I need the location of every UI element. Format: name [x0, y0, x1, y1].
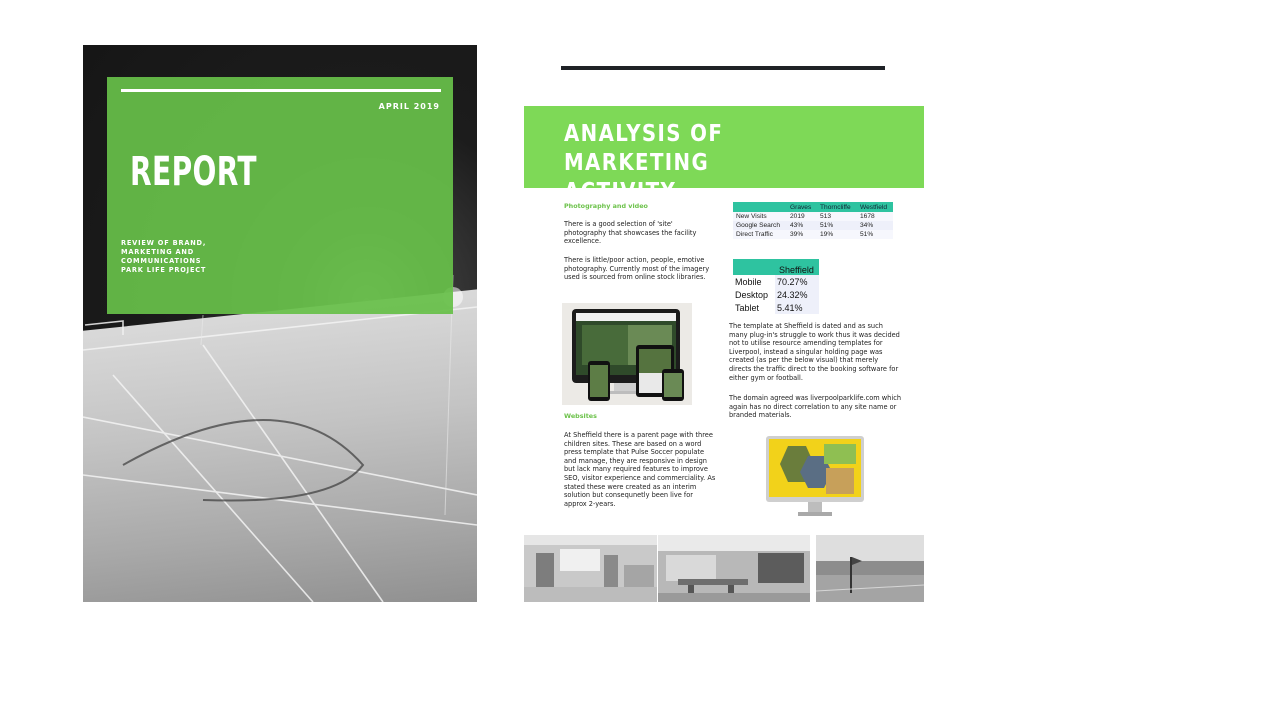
website-devices-mockup — [562, 303, 692, 405]
devices-image — [572, 309, 684, 401]
site-visits-table: Graves Thorncliffe Westfield New Visits … — [733, 202, 893, 239]
table-cell: 19% — [817, 230, 857, 239]
table-row: Direct Traffic 39% 19% 51% — [733, 230, 893, 239]
photo-section-heading: Photography and video — [564, 202, 648, 210]
table-cell: 70.27% — [775, 275, 819, 288]
table-row: Tablet 5.41% — [733, 301, 819, 314]
table-cell: 34% — [857, 221, 893, 230]
cover-subtitle-line: MARKETING AND — [121, 248, 195, 256]
table-header-cell: Thorncliffe — [817, 202, 857, 212]
table-header-cell: Graves — [787, 202, 817, 212]
table-cell: Direct Traffic — [733, 230, 787, 239]
table-header-cell — [733, 202, 787, 212]
domain-para: The domain agreed was liverpoolparklife.… — [729, 394, 902, 420]
table-header-cell: Sheffield — [775, 259, 819, 275]
holding-page-monitor-mockup — [766, 436, 866, 522]
cover-title: REPORT — [130, 149, 257, 195]
table-cell: 2019 — [787, 212, 817, 221]
table-cell: 43% — [787, 221, 817, 230]
top-rule — [561, 66, 885, 70]
table-cell: 513 — [817, 212, 857, 221]
table-cell: 1678 — [857, 212, 893, 221]
report-cover: APRIL 2019 REPORT REVIEW OF BRAND, MARKE… — [83, 45, 477, 602]
device-split-table: Sheffield Mobile 70.27% Desktop 24.32% T… — [733, 259, 819, 314]
websites-section-heading: Websites — [564, 412, 597, 420]
table-cell: Tablet — [733, 301, 775, 314]
page-title: ANALYSIS OF MARKETING ACTIVITY — [564, 120, 856, 207]
facility-photo — [816, 535, 924, 602]
table-header-cell-empty — [733, 259, 775, 275]
table-cell: Google Search — [733, 221, 787, 230]
table-header-row: Sheffield — [733, 259, 819, 275]
table-header-cell: Westfield — [857, 202, 893, 212]
table-header-row: Graves Thorncliffe Westfield — [733, 202, 893, 212]
table-cell: Desktop — [733, 288, 775, 301]
table-cell: New Visits — [733, 212, 787, 221]
analysis-page: ANALYSIS OF MARKETING ACTIVITY Photograp… — [524, 50, 924, 602]
photo-para-2: There is little/poor action, people, emo… — [564, 256, 710, 282]
cover-date: APRIL 2019 — [378, 102, 440, 111]
cover-subtitle-line: COMMUNICATIONS — [121, 257, 202, 265]
photo-para-1: There is a good selection of 'site' phot… — [564, 220, 697, 246]
table-cell: 24.32% — [775, 288, 819, 301]
table-cell: Mobile — [733, 275, 775, 288]
cover-title-panel: APRIL 2019 REPORT REVIEW OF BRAND, MARKE… — [107, 77, 453, 314]
table-cell: 39% — [787, 230, 817, 239]
table-row: Desktop 24.32% — [733, 288, 819, 301]
template-para: The template at Sheffield is dated and a… — [729, 322, 900, 382]
table-row: Mobile 70.27% — [733, 275, 819, 288]
cover-subtitle: REVIEW OF BRAND, MARKETING AND COMMUNICA… — [121, 239, 231, 275]
facility-photo — [658, 535, 810, 602]
monitor-image — [766, 436, 864, 516]
table-cell: 51% — [817, 221, 857, 230]
table-cell: 51% — [857, 230, 893, 239]
cover-rule — [121, 89, 441, 92]
facility-photo-strip — [524, 535, 924, 602]
facility-photo — [524, 535, 657, 602]
cover-subtitle-line: PARK LIFE PROJECT — [121, 266, 207, 274]
websites-para: At Sheffield there is a parent page with… — [564, 431, 716, 508]
cover-subtitle-line: REVIEW OF BRAND, — [121, 239, 207, 247]
table-row: New Visits 2019 513 1678 — [733, 212, 893, 221]
table-cell: 5.41% — [775, 301, 819, 314]
page-title-line1: ANALYSIS OF MARKETING — [564, 121, 724, 176]
page-header: ANALYSIS OF MARKETING ACTIVITY — [524, 106, 924, 205]
table-row: Google Search 43% 51% 34% — [733, 221, 893, 230]
